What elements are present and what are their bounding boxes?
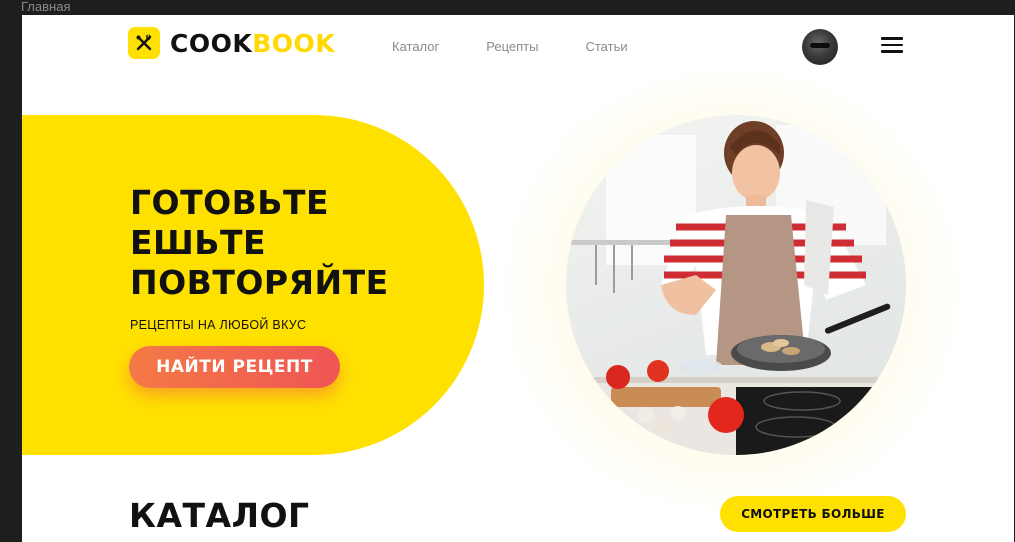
hero-title: ГОТОВЬТЕ ЕШЬТЕ ПОВТОРЯЙТЕ bbox=[130, 183, 389, 303]
brand-logo[interactable]: COOKBOOK bbox=[128, 27, 335, 59]
nav-item-catalog[interactable]: Каталог bbox=[392, 39, 439, 54]
see-more-button[interactable]: СМОТРЕТЬ БОЛЬШЕ bbox=[720, 496, 906, 532]
hero-title-line-3: ПОВТОРЯЙТЕ bbox=[130, 263, 389, 302]
page-artboard: COOKBOOK Каталог Рецепты Статьи ГОТОВЬТЕ… bbox=[22, 15, 1014, 542]
hero-subtitle: РЕЦЕПТЫ НА ЛЮБОЙ ВКУС bbox=[130, 318, 307, 332]
brand-name-part2: BOOK bbox=[252, 28, 336, 58]
nav-item-articles[interactable]: Статьи bbox=[585, 39, 627, 54]
find-recipe-button[interactable]: НАЙТИ РЕЦЕПТ bbox=[129, 346, 340, 388]
brand-name: COOKBOOK bbox=[170, 29, 335, 58]
fork-knife-icon bbox=[128, 27, 160, 59]
main-nav: Каталог Рецепты Статьи bbox=[392, 39, 675, 54]
hero-title-line-1: ГОТОВЬТЕ bbox=[130, 183, 330, 222]
brand-name-part1: COOK bbox=[170, 28, 253, 58]
hero-title-line-2: ЕШЬТЕ bbox=[130, 223, 267, 262]
hamburger-menu-icon[interactable] bbox=[881, 37, 903, 53]
hero-photo bbox=[566, 115, 906, 455]
catalog-title: КАТАЛОГ bbox=[129, 496, 310, 535]
nav-item-recipes[interactable]: Рецепты bbox=[486, 39, 538, 54]
frame-label: Главная bbox=[21, 0, 71, 14]
woman-cooking-illustration bbox=[566, 121, 906, 455]
user-avatar[interactable] bbox=[802, 29, 838, 65]
